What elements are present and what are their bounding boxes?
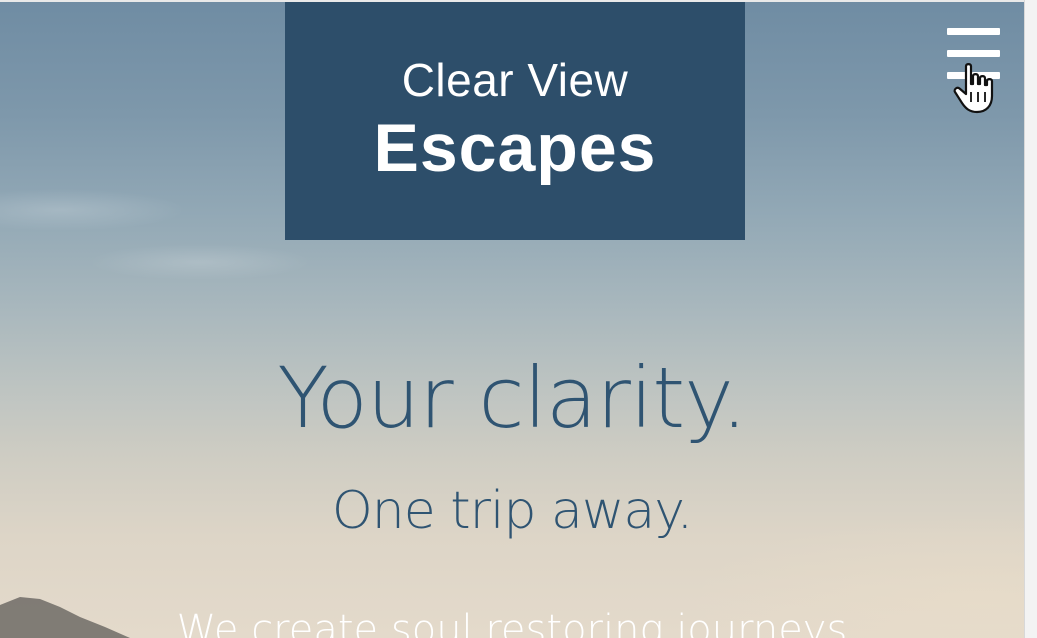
- hero-section: Clear View Escapes Your clarity. One tri…: [0, 0, 1024, 638]
- brand-name-line2: Escapes: [373, 110, 657, 186]
- menu-bar-middle: [947, 50, 1000, 57]
- brand-logo[interactable]: Clear View Escapes: [285, 2, 745, 240]
- menu-bar-top: [947, 28, 1000, 35]
- hero-subtitle: One trip away.: [331, 481, 693, 541]
- hero-title: Your clarity.: [277, 349, 747, 447]
- hero-body-text: We create soul restoring journeys: [176, 607, 848, 638]
- brand-name-line1: Clear View: [401, 54, 629, 106]
- hand-pointer-cursor-icon: [953, 63, 994, 114]
- page-scrollbar[interactable]: [1024, 0, 1037, 638]
